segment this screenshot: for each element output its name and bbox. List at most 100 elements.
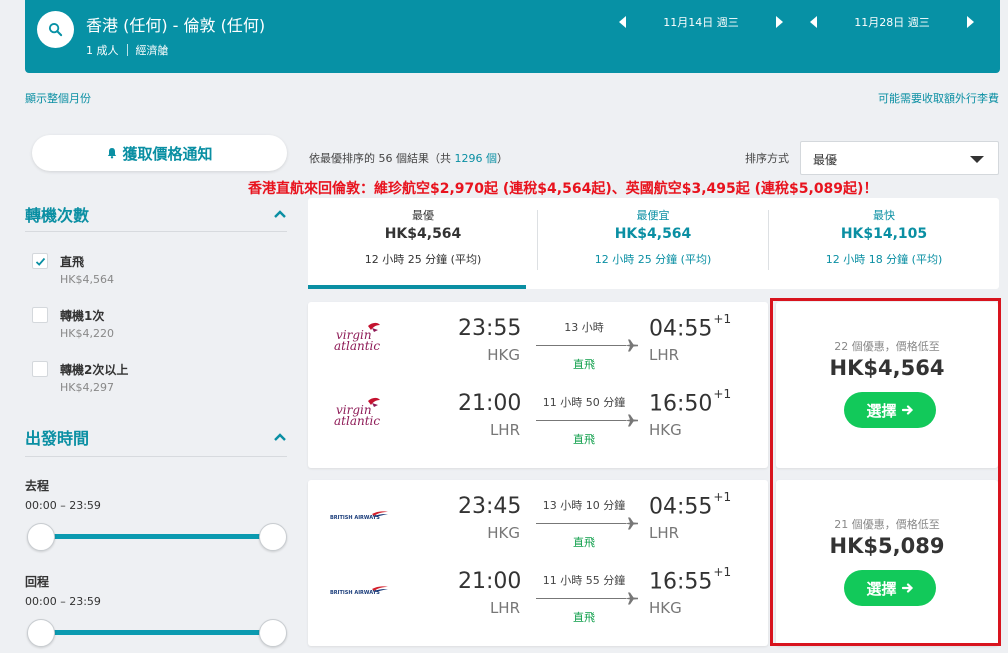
plane-icon xyxy=(625,339,638,352)
search-button[interactable] xyxy=(37,11,74,48)
flight-duration: 13 小時 xyxy=(564,321,604,334)
arrival-airport: LHR xyxy=(649,524,680,542)
sort-select[interactable]: 最優 xyxy=(800,141,999,175)
departure-airport: LHR xyxy=(489,599,520,617)
return-slider-track[interactable] xyxy=(40,630,272,635)
tab-name: 最快 xyxy=(873,209,895,222)
route-line xyxy=(536,598,626,599)
tab-cheapest[interactable]: 最便宜 HK$4,564 12 小時 25 分鐘 (平均) xyxy=(538,198,768,289)
return-date-picker[interactable]: 11月28日 週三 xyxy=(810,13,981,31)
tab-name: 最便宜 xyxy=(636,209,670,222)
tab-duration: 12 小時 25 分鐘 (平均) xyxy=(594,253,712,266)
chevron-up-icon[interactable] xyxy=(273,209,287,219)
stop-price: HK$4,564 xyxy=(60,273,114,286)
select-button[interactable]: 選擇 xyxy=(844,392,936,428)
tab-best[interactable]: 最優 HK$4,564 12 小時 25 分鐘 (平均) xyxy=(308,198,538,289)
flight-card[interactable]: virgin atlantic 23:55 HKG 13 小時 直飛 04:55… xyxy=(308,302,768,468)
tab-name: 最優 xyxy=(412,209,434,222)
arrow-right-icon xyxy=(901,405,913,415)
next-date-icon[interactable] xyxy=(776,16,783,28)
sort-value: 最優 xyxy=(813,153,838,167)
outbound-range: 00:00 – 23:59 xyxy=(25,499,101,512)
deal-count: 21 個優惠，價格低至 xyxy=(834,518,940,531)
departure-time-header[interactable]: 出發時間 xyxy=(25,422,287,452)
outbound-label: 去程 xyxy=(25,479,50,493)
tab-duration: 12 小時 25 分鐘 (平均) xyxy=(364,253,482,266)
show-month-link[interactable]: 顯示整個月份 xyxy=(25,90,91,106)
outbound-slider-track[interactable] xyxy=(40,534,272,539)
stop-option-direct[interactable]: 直飛 HK$4,564 xyxy=(32,253,282,293)
select-button[interactable]: 選擇 xyxy=(844,570,936,606)
stops-label: 直飛 xyxy=(573,358,595,371)
british-airways-logo-icon: BRITISH AIRWAYS xyxy=(330,586,388,596)
arrival-airport: HKG xyxy=(649,599,682,617)
day-offset: +1 xyxy=(713,490,732,504)
divider xyxy=(25,456,287,457)
return-leg: BRITISH AIRWAYS 21:00 LHR 11 小時 55 分鐘 直飛… xyxy=(308,555,768,625)
extra-fees-link[interactable]: 可能需要收取額外行李費 xyxy=(878,90,999,106)
result-count-prefix: 依最優排序的 56 個結果（共 xyxy=(309,152,451,165)
day-offset: +1 xyxy=(713,387,732,401)
divider xyxy=(126,44,128,56)
arrival-airport: HKG xyxy=(649,421,682,439)
deal-count: 22 個優惠，價格低至 xyxy=(834,340,940,353)
flight-card[interactable]: BRITISH AIRWAYS 23:45 HKG 13 小時 10 分鐘 直飛… xyxy=(308,480,768,646)
tab-price: HK$14,105 xyxy=(840,226,928,242)
stop-option-one[interactable]: 轉機1次 HK$4,220 xyxy=(32,307,282,347)
arrival-time: 16:50+1 xyxy=(649,387,731,416)
stops-filter-header[interactable]: 轉機次數 xyxy=(25,199,287,229)
arrival-time-value: 04:55 xyxy=(649,494,713,520)
tab-fastest[interactable]: 最快 HK$14,105 12 小時 18 分鐘 (平均) xyxy=(769,198,999,289)
result-count-suffix: ） xyxy=(497,152,508,165)
stop-price: HK$4,220 xyxy=(60,327,114,340)
departure-time-title: 出發時間 xyxy=(25,429,90,448)
svg-text:atlantic: atlantic xyxy=(334,339,380,353)
arrow-right-icon xyxy=(901,583,913,593)
svg-text:atlantic: atlantic xyxy=(334,414,380,428)
passenger-cabin[interactable]: 1 成人 經濟艙 xyxy=(86,42,169,58)
stop-option-two-plus[interactable]: 轉機2次以上 HK$4,297 xyxy=(32,361,282,401)
select-label: 選擇 xyxy=(866,401,897,420)
arrival-airport: LHR xyxy=(649,346,680,364)
stop-checkbox[interactable] xyxy=(32,307,48,323)
price-alert-button[interactable]: 獲取價格通知 xyxy=(32,135,287,171)
outbound-slider-start-handle[interactable] xyxy=(27,523,55,551)
search-icon xyxy=(48,22,63,37)
svg-text:BRITISH AIRWAYS: BRITISH AIRWAYS xyxy=(330,590,380,596)
price-panel: 21 個優惠，價格低至 HK$5,089 選擇 xyxy=(776,480,998,646)
return-date[interactable]: 11月28日 週三 xyxy=(817,14,967,30)
depart-date-picker[interactable]: 11月14日 週三 xyxy=(619,13,794,31)
departure-time: 23:45 xyxy=(458,494,522,519)
departure-airport: LHR xyxy=(489,421,520,439)
prev-date-icon[interactable] xyxy=(810,16,817,28)
arrival-time: 04:55+1 xyxy=(649,312,731,341)
caret-down-icon xyxy=(970,156,984,163)
depart-date[interactable]: 11月14日 週三 xyxy=(626,14,776,30)
passenger-count: 1 成人 xyxy=(86,44,119,57)
cabin-class: 經濟艙 xyxy=(135,44,169,57)
route-label[interactable]: 香港 (任何) - 倫敦 (任何) xyxy=(86,12,265,36)
day-offset: +1 xyxy=(713,312,732,326)
sort-label: 排序方式 xyxy=(745,152,789,165)
next-date-icon[interactable] xyxy=(967,16,974,28)
departure-airport: HKG xyxy=(487,346,520,364)
stops-filter-title: 轉機次數 xyxy=(25,206,90,225)
return-slider-start-handle[interactable] xyxy=(27,619,55,647)
arrival-time: 04:55+1 xyxy=(649,490,731,520)
chevron-up-icon[interactable] xyxy=(273,432,287,442)
stops-label: 直飛 xyxy=(573,536,595,549)
virgin-atlantic-logo-icon: virgin atlantic xyxy=(334,322,380,353)
prev-date-icon[interactable] xyxy=(619,16,626,28)
return-leg: virgin atlantic 21:00 LHR 11 小時 50 分鐘 直飛… xyxy=(308,377,768,447)
stop-checkbox[interactable] xyxy=(32,253,48,269)
checkmark-icon xyxy=(35,257,46,266)
outbound-slider-end-handle[interactable] xyxy=(259,523,287,551)
stop-checkbox[interactable] xyxy=(32,361,48,377)
stops-label: 直飛 xyxy=(573,433,595,446)
flight-price: HK$4,564 xyxy=(829,356,945,380)
search-summary-bar[interactable]: 香港 (任何) - 倫敦 (任何) 1 成人 經濟艙 11月14日 週三 11月… xyxy=(25,0,1000,73)
return-slider-end-handle[interactable] xyxy=(259,619,287,647)
result-total-link[interactable]: 1296 個 xyxy=(455,152,498,165)
flight-duration: 11 小時 55 分鐘 xyxy=(542,574,626,587)
stop-price: HK$4,297 xyxy=(60,381,114,394)
